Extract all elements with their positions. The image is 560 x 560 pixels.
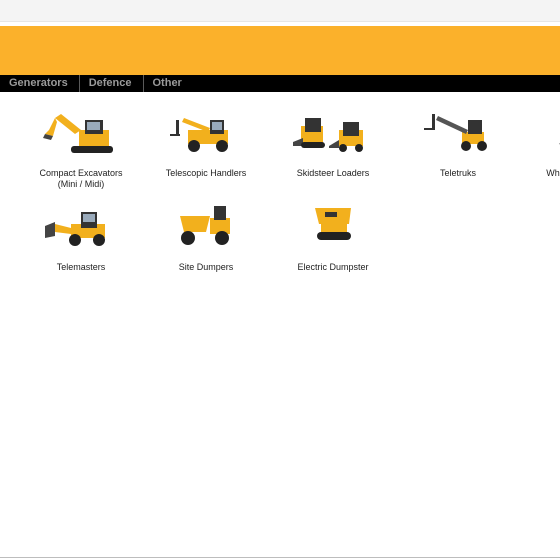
category-nav-bar: Generators Defence Other (0, 75, 560, 92)
tile-label: Compact Excavators (Mini / Midi) (39, 168, 123, 189)
telescopic-handler-icon (170, 118, 228, 152)
wheel-loader-icon (559, 143, 560, 145)
excavator-icon (43, 114, 113, 153)
tile-label: Wheel (546, 168, 560, 178)
header-banner (0, 26, 560, 75)
nav-item-other[interactable]: Other (144, 75, 193, 92)
teletruk-icon (424, 114, 487, 151)
telemaster-icon (45, 212, 105, 246)
site-dumper-icon (180, 206, 230, 245)
nav-item-defence[interactable]: Defence (80, 75, 144, 92)
bottom-divider (0, 557, 560, 558)
tile-site-dumpers[interactable]: Site Dumpers (146, 202, 266, 273)
tile-telescopic-handlers[interactable]: Telescopic Handlers (146, 108, 266, 179)
tile-label: Electric Dumpster (297, 262, 369, 272)
tile-skidsteer-loaders[interactable]: Skidsteer Loaders (273, 108, 393, 179)
skidsteer-icon (293, 118, 363, 152)
nav-item-generators[interactable]: Generators (0, 75, 80, 92)
tile-label: Telescopic Handlers (165, 168, 247, 178)
tile-label: Site Dumpers (178, 262, 234, 272)
tile-wheel[interactable]: Wheel (499, 108, 560, 179)
electric-dumpster-icon (315, 208, 351, 240)
tile-label: Telemasters (56, 262, 106, 272)
tile-label: Skidsteer Loaders (296, 168, 370, 178)
tile-compact-excavators[interactable]: Compact Excavators (Mini / Midi) (21, 108, 141, 190)
tile-electric-dumpster[interactable]: Electric Dumpster (273, 202, 393, 273)
page: Generators Defence Other Compact Excavat… (0, 0, 560, 560)
tile-telemasters[interactable]: Telemasters (21, 202, 141, 273)
browser-top-strip (0, 0, 560, 22)
